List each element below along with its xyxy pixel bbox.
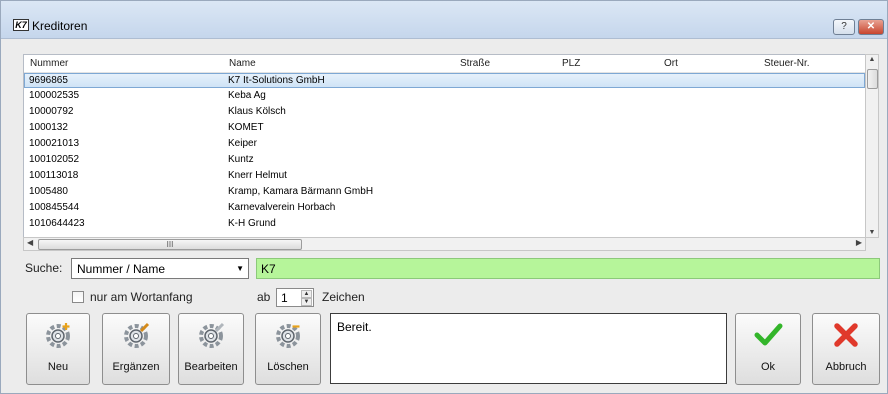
scroll-left-icon[interactable]: ◀ (27, 238, 33, 247)
cell-nummer: 1000132 (29, 122, 68, 133)
gear-edit-icon (199, 322, 225, 348)
table-row[interactable]: 100113018 Knerr Helmut (24, 169, 865, 184)
table-row[interactable]: 100002535 Keba Ag (24, 89, 865, 104)
window-title: Kreditoren (32, 19, 88, 33)
cancel-button-label: Abbruch (825, 361, 867, 373)
table-row[interactable]: 1005480 Kramp, Kamara Bärmann GmbH (24, 185, 865, 200)
edit-button[interactable]: Bearbeiten (178, 313, 244, 385)
table-row[interactable]: 100845544 Karnevalverein Horbach (24, 201, 865, 216)
cell-nummer: 9696865 (29, 75, 68, 86)
search-field-select[interactable]: Nummer / Name ▼ (71, 258, 249, 279)
kreditoren-window: K7 Kreditoren ? ✕ Nummer Name Straße PLZ… (0, 0, 888, 394)
table-row[interactable]: 1000132 KOMET (24, 121, 865, 136)
delete-button-label: Löschen (267, 361, 309, 373)
min-chars-stepper[interactable]: 1 ▲ ▼ (276, 288, 314, 307)
cell-nummer: 10000792 (29, 106, 74, 117)
gear-add-icon (46, 323, 70, 348)
scroll-up-icon[interactable]: ▲ (866, 56, 878, 63)
chars-label: Zeichen (322, 290, 365, 304)
ok-button-label: Ok (760, 361, 776, 373)
delete-button[interactable]: Löschen (255, 313, 321, 385)
cell-name: Keba Ag (228, 90, 266, 101)
new-button[interactable]: Neu (26, 313, 90, 385)
column-header-nummer[interactable]: Nummer (30, 58, 68, 69)
creditor-table[interactable]: Nummer Name Straße PLZ Ort Steuer-Nr. 96… (23, 54, 866, 238)
checkmark-icon (754, 323, 783, 346)
cell-name: Karnevalverein Horbach (228, 202, 336, 213)
search-field-value: Nummer / Name (77, 262, 166, 276)
gear-remove-icon (276, 324, 300, 348)
stepper-up-icon[interactable]: ▲ (301, 290, 312, 298)
cell-name: KOMET (228, 122, 264, 133)
chevron-down-icon: ▼ (236, 264, 244, 273)
cell-name: Keiper (228, 138, 257, 149)
title-bar: K7 Kreditoren ? ✕ (1, 1, 887, 39)
search-label: Suche: (25, 261, 63, 275)
cell-name: Knerr Helmut (228, 170, 287, 181)
column-header-steuer-nr[interactable]: Steuer-Nr. (764, 58, 810, 69)
column-header-ort[interactable]: Ort (664, 58, 678, 69)
cell-nummer: 1010644423 (29, 218, 85, 229)
from-label: ab (257, 290, 271, 304)
vertical-scrollbar[interactable]: ▲ ▼ (865, 54, 879, 238)
table-row[interactable]: 1010644423 K-H Grund (24, 217, 865, 232)
gear-pencil-icon (124, 322, 150, 348)
column-header-strasse[interactable]: Straße (460, 58, 490, 69)
prefix-only-label: nur am Wortanfang (90, 290, 193, 304)
cell-name: K-H Grund (228, 218, 276, 229)
extend-button[interactable]: Ergänzen (102, 313, 170, 385)
prefix-only-checkbox[interactable] (72, 291, 84, 303)
edit-button-label: Bearbeiten (184, 361, 238, 373)
scroll-down-icon[interactable]: ▼ (866, 229, 878, 236)
stepper-down-icon[interactable]: ▼ (301, 298, 312, 306)
cell-name: K7 It-Solutions GmbH (228, 75, 325, 86)
new-button-label: Neu (47, 361, 69, 373)
help-button[interactable]: ? (833, 19, 855, 35)
cell-name: Kuntz (228, 154, 254, 165)
scroll-right-icon[interactable]: ▶ (856, 238, 862, 247)
cell-nummer: 100002535 (29, 90, 80, 101)
table-row[interactable]: 100021013 Keiper (24, 137, 865, 152)
table-row[interactable]: 10000792 Klaus Kölsch (24, 105, 865, 120)
search-input[interactable]: K7 (256, 258, 880, 279)
table-header: Nummer Name Straße PLZ Ort Steuer-Nr. (24, 55, 865, 73)
cell-nummer: 100113018 (29, 170, 79, 181)
column-header-name[interactable]: Name (229, 58, 256, 69)
min-chars-value: 1 (281, 291, 288, 305)
app-logo-icon: K7 (13, 19, 29, 31)
column-header-plz[interactable]: PLZ (562, 58, 580, 69)
horizontal-scrollbar[interactable]: ◀ III ▶ (23, 237, 866, 251)
horizontal-scroll-thumb[interactable]: III (38, 239, 302, 250)
cell-nummer: 100102052 (29, 154, 80, 165)
vertical-scroll-thumb[interactable] (867, 69, 878, 89)
cell-nummer: 1005480 (29, 186, 68, 197)
cell-name: Klaus Kölsch (228, 106, 286, 117)
close-button[interactable]: ✕ (858, 19, 884, 35)
table-row[interactable]: 100102052 Kuntz (24, 153, 865, 168)
status-box: Bereit. (330, 313, 727, 384)
cell-nummer: 100021013 (29, 138, 80, 149)
table-row[interactable]: 9696865 K7 It-Solutions GmbH (24, 73, 865, 88)
cancel-button[interactable]: Abbruch (812, 313, 880, 385)
ok-button[interactable]: Ok (735, 313, 801, 385)
cell-name: Kramp, Kamara Bärmann GmbH (228, 186, 374, 197)
extend-button-label: Ergänzen (112, 361, 160, 373)
red-x-icon (834, 323, 858, 347)
cell-nummer: 100845544 (29, 202, 80, 213)
